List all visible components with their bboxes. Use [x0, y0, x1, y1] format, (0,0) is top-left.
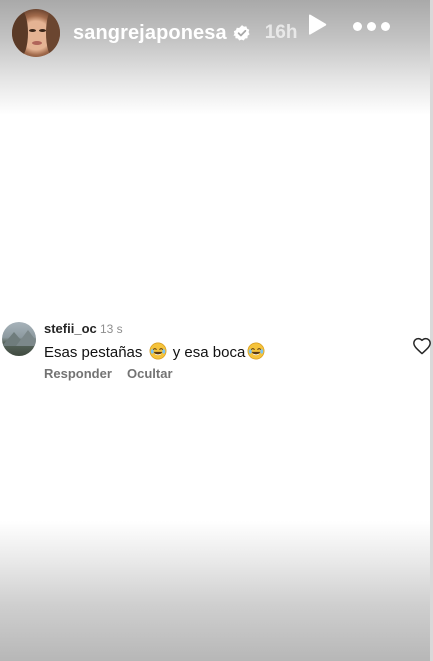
- reply-button[interactable]: Responder: [44, 366, 112, 381]
- laughing-emoji-icon: [247, 342, 265, 360]
- comment-time: 13 s: [100, 322, 123, 336]
- laughing-emoji-icon: [149, 342, 167, 360]
- hide-button[interactable]: Ocultar: [127, 366, 173, 381]
- commenter-avatar[interactable]: [2, 322, 36, 356]
- comment-text-part1: Esas pestañas: [44, 344, 143, 361]
- heart-icon[interactable]: [412, 337, 432, 355]
- play-icon[interactable]: [306, 13, 328, 37]
- story-username[interactable]: sangrejaponesa: [73, 22, 227, 45]
- bottom-gradient-overlay: [0, 521, 433, 661]
- story-header: sangrejaponesa 16h: [12, 8, 422, 58]
- story-time: 16h: [264, 22, 298, 43]
- verified-badge-icon: [233, 24, 251, 42]
- comment-text-part2: y esa boca: [172, 344, 246, 361]
- comment-item: stefii_oc 13 s Esas pestañas y esa boca: [2, 320, 432, 390]
- comment-username[interactable]: stefii_oc: [44, 321, 97, 336]
- profile-avatar[interactable]: [12, 9, 60, 57]
- comment-text: Esas pestañas y esa boca: [44, 342, 267, 361]
- more-options-icon[interactable]: [353, 22, 399, 32]
